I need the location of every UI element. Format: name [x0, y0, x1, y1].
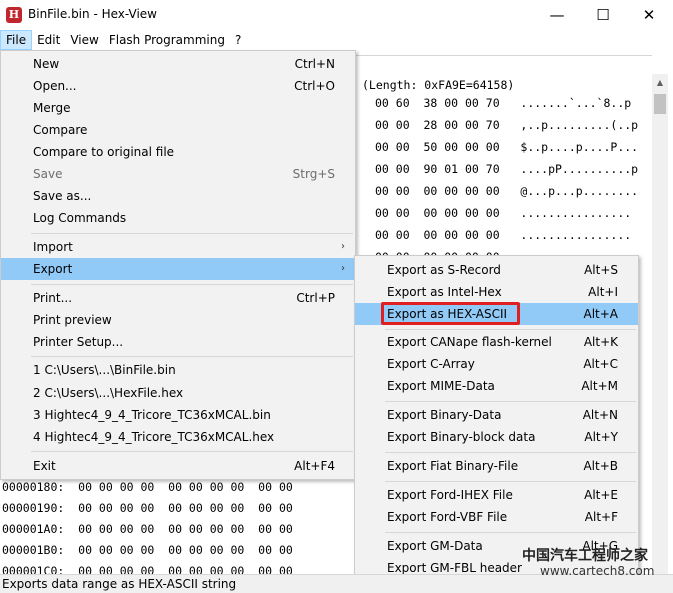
hex-row: 00 00 00 00 00 00 ................	[375, 206, 632, 220]
maximize-button[interactable]: ☐	[580, 0, 626, 30]
watermark-url: www.cartech8.com	[540, 564, 655, 578]
menu-item-export[interactable]: Export ›	[1, 258, 355, 280]
menu-item-recent-3[interactable]: 3 Hightec4_9_4_Tricore_TC36xMCAL.bin	[1, 404, 355, 426]
menu-edit[interactable]: Edit	[32, 30, 65, 50]
menu-separator	[385, 481, 636, 482]
hex-row: 00 00 90 01 00 70 ....pP..........p	[375, 162, 639, 176]
menu-separator	[31, 356, 353, 357]
menu-item-export-ford-vbf[interactable]: Export Ford-VBF File Alt+F	[355, 506, 638, 528]
scroll-thumb[interactable]	[654, 94, 666, 114]
hex-row: 00000190: 00 00 00 00 00 00 00 00 00 00	[2, 501, 293, 515]
menu-help[interactable]: ?	[230, 30, 246, 50]
menu-item-export-canape[interactable]: Export CANape flash-kernel Alt+K	[355, 331, 638, 353]
menu-flash-programming[interactable]: Flash Programming	[104, 30, 230, 50]
menu-item-export-intelhex[interactable]: Export as Intel-Hex Alt+I	[355, 281, 638, 303]
menu-item-recent-4[interactable]: 4 Hightec4_9_4_Tricore_TC36xMCAL.hex	[1, 426, 355, 448]
watermark-text: 中国汽车工程师之家	[522, 548, 648, 564]
menu-item-export-ford-ihex[interactable]: Export Ford-IHEX File Alt+E	[355, 484, 638, 506]
minimize-button[interactable]: —	[534, 0, 580, 30]
menu-item-open[interactable]: Open... Ctrl+O	[1, 75, 355, 97]
menu-item-recent-1[interactable]: 1 C:\Users\...\BinFile.bin	[1, 359, 355, 381]
vertical-scrollbar[interactable]: ▲	[652, 74, 668, 574]
menu-separator	[31, 233, 353, 234]
menu-item-export-binary[interactable]: Export Binary-Data Alt+N	[355, 404, 638, 426]
menu-separator	[385, 532, 636, 533]
menu-item-export-carray[interactable]: Export C-Array Alt+C	[355, 353, 638, 375]
menu-item-print[interactable]: Print... Ctrl+P	[1, 287, 355, 309]
menu-separator	[385, 401, 636, 402]
annotation-highlight-box	[381, 302, 520, 325]
menu-separator	[385, 452, 636, 453]
menu-item-compare-original[interactable]: Compare to original file	[1, 141, 355, 163]
hex-row: 00 00 50 00 00 00 $..p....p....P...	[375, 140, 639, 154]
chevron-right-icon: ›	[341, 263, 345, 274]
app-icon: H	[6, 7, 22, 23]
scroll-up-icon[interactable]: ▲	[652, 74, 668, 91]
close-button[interactable]: ✕	[626, 0, 672, 30]
hex-row: 00 00 28 00 00 70 ,..p.........(..p	[375, 118, 639, 132]
menu-separator	[31, 284, 353, 285]
menu-item-compare[interactable]: Compare	[1, 119, 355, 141]
hex-row: 000001B0: 00 00 00 00 00 00 00 00 00 00	[2, 543, 293, 557]
menu-item-print-preview[interactable]: Print preview	[1, 309, 355, 331]
menu-item-printer-setup[interactable]: Printer Setup...	[1, 331, 355, 353]
menu-view[interactable]: View	[65, 30, 103, 50]
menu-item-import[interactable]: Import ›	[1, 236, 355, 258]
menu-item-export-mime[interactable]: Export MIME-Data Alt+M	[355, 375, 638, 397]
menu-item-export-srecord[interactable]: Export as S-Record Alt+S	[355, 259, 638, 281]
hex-row: 000001A0: 00 00 00 00 00 00 00 00 00 00	[2, 522, 293, 536]
menu-separator	[31, 451, 353, 452]
menu-item-exit[interactable]: Exit Alt+F4	[1, 455, 355, 477]
length-label: (Length: 0xFA9E=64158)	[362, 78, 515, 92]
hex-row: 00 60 38 00 00 70 .......`...`8..p	[375, 96, 632, 110]
window-title: BinFile.bin - Hex-View	[28, 7, 157, 21]
menu-file[interactable]: File	[0, 30, 33, 50]
menu-item-new[interactable]: New Ctrl+N	[1, 53, 355, 75]
hex-row: 00 00 00 00 00 00 @...p...p........	[375, 184, 639, 198]
hex-row: 00 00 00 00 00 00 ................	[375, 228, 632, 242]
menu-separator	[385, 329, 636, 330]
file-menu: New Ctrl+N Open... Ctrl+O Merge Compare Co…	[0, 50, 356, 480]
menu-item-save-as[interactable]: Save as...	[1, 185, 355, 207]
chevron-right-icon: ›	[341, 241, 345, 252]
menu-item-export-binary-block[interactable]: Export Binary-block data Alt+Y	[355, 426, 638, 448]
title-bar: H BinFile.bin - Hex-View — ☐ ✕	[0, 0, 673, 30]
menu-item-merge[interactable]: Merge	[1, 97, 355, 119]
menu-item-export-fiat[interactable]: Export Fiat Binary-File Alt+B	[355, 455, 638, 477]
menu-bar: File Edit View Flash Programming ?	[0, 30, 673, 50]
menu-item-log-commands[interactable]: Log Commands	[1, 207, 355, 229]
menu-item-recent-2[interactable]: 2 C:\Users\...\HexFile.hex	[1, 382, 355, 404]
menu-item-save: Save Strg+S	[33, 167, 335, 181]
